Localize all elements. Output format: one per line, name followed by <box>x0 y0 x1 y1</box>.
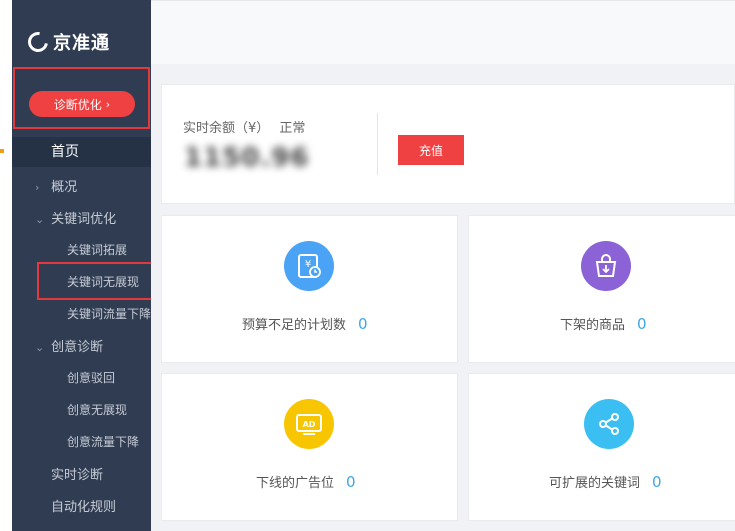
sidebar-item-label: 首页 <box>51 144 79 160</box>
sidebar-item-keyword-expand[interactable]: 关键词拓展 <box>67 241 127 258</box>
stat-count: 0 <box>346 473 356 491</box>
stat-label-text: 下线的广告位 <box>256 476 335 491</box>
brand-logo-icon <box>24 28 52 56</box>
stat-label-keyword-expandable: 可扩展的关键词 0 <box>549 472 662 491</box>
sidebar-item-label: 创意无展现 <box>67 403 128 417</box>
recharge-button[interactable]: 充值 <box>398 135 464 165</box>
sidebar-item-label: 创意流量下降 <box>67 435 140 449</box>
sidebar-item-keyword-optimize[interactable]: ⌄ 关键词优化 <box>35 208 116 227</box>
svg-text:¥: ¥ <box>305 259 311 270</box>
edge-marker <box>0 149 4 153</box>
sidebar-item-label: 概况 <box>51 180 78 195</box>
stat-card-ad-offline[interactable]: AD 下线的广告位 0 <box>161 373 458 521</box>
stat-label-budget: 预算不足的计划数 0 <box>242 314 368 333</box>
stat-label-offshelf: 下架的商品 0 <box>560 314 647 333</box>
chevron-down-icon: ⌄ <box>35 213 45 226</box>
sidebar-item-keyword-traffic-drop[interactable]: 关键词流量下降 <box>67 305 151 322</box>
sidebar-item-automation-rules[interactable]: 自动化规则 <box>51 496 116 515</box>
sidebar-item-label: 自动化规则 <box>51 500 117 515</box>
brand-name: 京准通 <box>53 33 110 54</box>
stat-label-text: 预算不足的计划数 <box>242 318 347 333</box>
sidebar-item-label: 关键词流量下降 <box>67 307 151 321</box>
sidebar-item-creative-traffic-drop[interactable]: 创意流量下降 <box>67 433 139 450</box>
balance-divider <box>377 113 378 175</box>
shopping-bag-icon <box>581 241 631 291</box>
stat-label-text: 下架的商品 <box>560 318 626 333</box>
top-bar <box>151 0 735 64</box>
sidebar-item-creative-rejected[interactable]: 创意驳回 <box>67 369 115 386</box>
stat-label-ad-offline: 下线的广告位 0 <box>256 472 356 491</box>
svg-text:AD: AD <box>303 420 316 429</box>
balance-card: 实时余额（¥） 正常 1150.96 充值 <box>161 84 735 204</box>
stat-card-keyword-expandable[interactable]: 可扩展的关键词 0 <box>468 373 735 521</box>
stat-card-budget[interactable]: ¥ 预算不足的计划数 0 <box>161 215 458 363</box>
budget-icon: ¥ <box>284 241 334 291</box>
diagnose-optimize-button[interactable]: 诊断优化 › <box>29 91 135 117</box>
sidebar-item-home[interactable]: 首页 <box>12 137 151 167</box>
sidebar-item-label: 关键词拓展 <box>67 243 128 257</box>
ad-icon: AD <box>284 399 334 449</box>
balance-status: 正常 <box>279 121 306 136</box>
stat-card-offshelf[interactable]: 下架的商品 0 <box>468 215 735 363</box>
chevron-down-icon: ⌄ <box>35 341 45 354</box>
page-left-strip <box>0 0 12 531</box>
chevron-right-icon: › <box>105 97 111 111</box>
diagnose-button-label: 诊断优化 <box>53 97 102 112</box>
sidebar-item-keyword-no-impression[interactable]: 关键词无展现 <box>67 273 139 290</box>
sidebar-item-label: 实时诊断 <box>51 468 104 483</box>
sidebar-item-label: 创意诊断 <box>51 340 104 355</box>
balance-amount: 1150.96 <box>184 143 310 173</box>
sidebar-item-realtime-diagnose[interactable]: 实时诊断 <box>51 464 103 483</box>
sidebar-item-label: 关键词优化 <box>51 212 117 227</box>
sidebar-item-label: 创意驳回 <box>67 371 116 385</box>
sidebar-item-label: 关键词无展现 <box>67 275 140 289</box>
brand-logo[interactable]: 京准通 <box>24 28 110 56</box>
chevron-right-icon: › <box>35 181 40 194</box>
diagnose-highlight-box: 诊断优化 › <box>13 67 150 129</box>
sidebar-item-overview[interactable]: › 概况 <box>35 176 77 195</box>
sidebar-item-creative-no-impression[interactable]: 创意无展现 <box>67 401 127 418</box>
stat-count: 0 <box>637 315 647 333</box>
balance-label-row: 实时余额（¥） 正常 <box>183 117 305 136</box>
stat-label-text: 可扩展的关键词 <box>549 476 641 491</box>
stat-count: 0 <box>652 473 662 491</box>
stat-count: 0 <box>358 315 368 333</box>
share-icon <box>584 399 634 449</box>
balance-label: 实时余额（¥） <box>183 121 270 136</box>
sidebar-item-creative-diagnose[interactable]: ⌄ 创意诊断 <box>35 336 103 355</box>
